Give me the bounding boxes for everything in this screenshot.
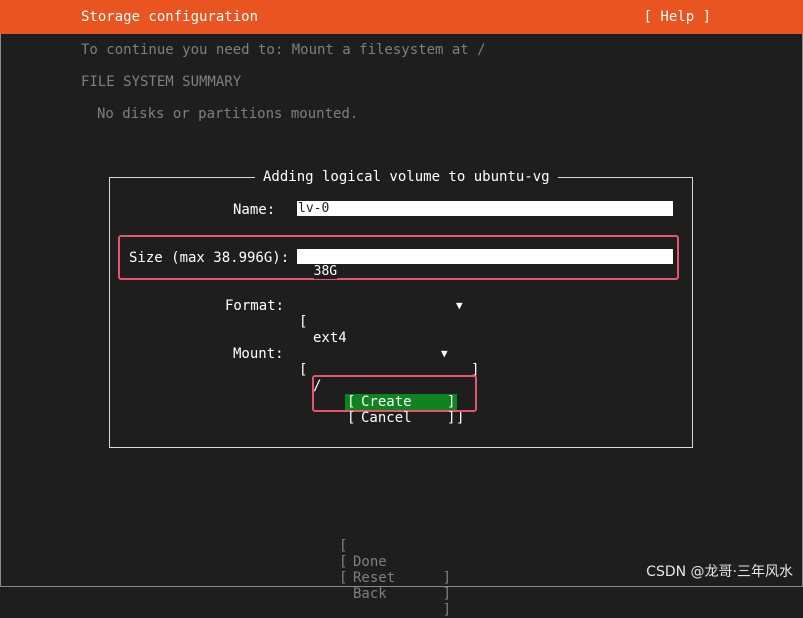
back-button[interactable]: [ Back ] xyxy=(339,554,451,618)
reset-bracket-close: ] xyxy=(442,586,451,602)
cancel-button-label: Cancel xyxy=(361,410,412,426)
notice-text: To continue you need to: Mount a filesys… xyxy=(81,42,486,58)
reset-button[interactable]: [ Reset ] xyxy=(339,538,451,602)
triangle-down-icon: ▼ xyxy=(441,347,448,360)
format-value: ext4 xyxy=(313,330,347,346)
size-label: Size (max 38.996G): xyxy=(129,250,290,266)
create-button-label: Create xyxy=(361,394,412,410)
create-button[interactable]: [ Create ] xyxy=(345,394,457,410)
done-button[interactable]: [ Done ] xyxy=(339,522,451,586)
summary-empty-text: No disks or partitions mounted. xyxy=(97,106,359,122)
cancel-bracket-open: [ xyxy=(347,410,356,426)
mount-label: Mount: xyxy=(233,346,284,362)
triangle-down-icon: ▼ xyxy=(456,299,463,312)
size-input[interactable]: 38G xyxy=(297,249,673,279)
cancel-button[interactable]: [ Cancel ] xyxy=(345,410,457,426)
mount-bracket-close: ] xyxy=(456,410,465,426)
mount-select[interactable]: [ / ▼ ] xyxy=(299,346,465,426)
cancel-bracket-close: ] xyxy=(447,410,456,426)
size-input-value: 38G xyxy=(313,264,338,279)
format-select[interactable]: [ ext4 ▼ ] xyxy=(299,298,480,378)
watermark-text: CSDN @龙哥·三年风水 xyxy=(646,564,793,580)
create-bracket-open: [ xyxy=(347,394,356,410)
dialog-title: Adding logical volume to ubuntu-vg xyxy=(255,169,558,185)
back-bracket-open: [ xyxy=(339,570,348,586)
header-bar: Storage configuration [ Help ] xyxy=(0,0,803,34)
mount-bracket-open: [ xyxy=(299,362,308,378)
name-label: Name: xyxy=(233,202,276,218)
format-bracket-open: [ xyxy=(299,314,308,330)
summary-heading: FILE SYSTEM SUMMARY xyxy=(81,74,242,90)
done-bracket-close: ] xyxy=(442,570,451,586)
back-button-label: Back xyxy=(353,586,387,602)
create-bracket-close: ] xyxy=(447,394,456,410)
reset-button-label: Reset xyxy=(353,570,396,586)
help-button[interactable]: [ Help ] xyxy=(644,9,711,25)
name-input[interactable]: lv-0 xyxy=(297,201,673,216)
header-title: Storage configuration xyxy=(81,9,259,25)
back-bracket-close: ] xyxy=(442,602,451,618)
format-label: Format: xyxy=(225,298,285,314)
